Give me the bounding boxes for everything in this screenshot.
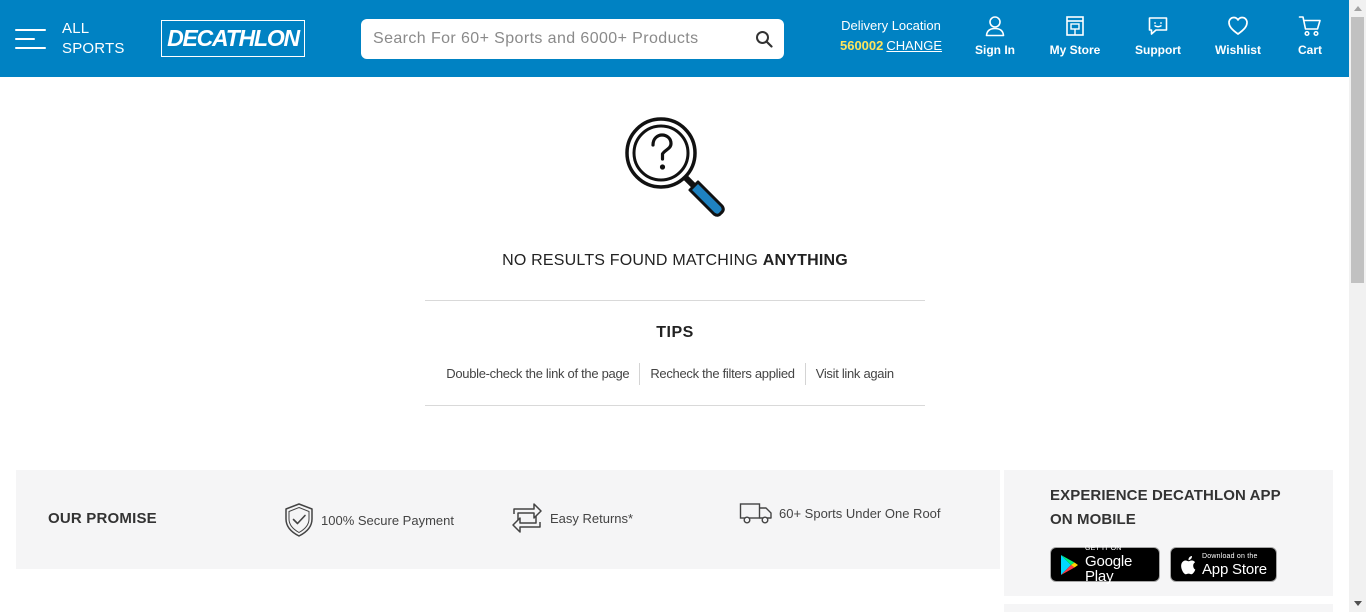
tips-list: Double-check the link of the page Rechec… [425, 363, 925, 385]
scroll-down-arrow-icon[interactable] [1349, 595, 1366, 612]
scrollbar-thumb[interactable] [1351, 17, 1364, 283]
no-results-message: NO RESULTS FOUND MATCHING ANYTHING [400, 252, 950, 270]
nav-cart[interactable]: Cart [1295, 14, 1325, 62]
tip-item: Double-check the link of the page [446, 366, 630, 381]
app-store-small-text: Download on the [1202, 552, 1258, 560]
nav-my-store-label: My Store [1049, 43, 1101, 57]
google-play-big-text: Google Play [1085, 553, 1133, 585]
hamburger-icon [15, 27, 46, 51]
tip-item: Visit link again [804, 363, 904, 385]
nav-cart-label: Cart [1297, 43, 1322, 57]
heart-icon [1226, 14, 1250, 38]
support-chat-icon [1146, 14, 1170, 38]
search-icon[interactable] [744, 19, 784, 59]
tips-top-divider [425, 300, 925, 301]
page-scrollbar[interactable] [1349, 0, 1366, 612]
all-sports-label-line2: SPORTS [62, 40, 125, 57]
no-results-prefix: NO RESULTS FOUND MATCHING [502, 252, 763, 269]
delivery-pincode: 560002 [839, 38, 884, 53]
no-results-term: ANYTHING [762, 252, 848, 269]
app-download-title: EXPERIENCE DECATHLON APP ON MOBILE [1050, 487, 1281, 528]
tip-item: Recheck the filters applied [639, 363, 804, 385]
returns-arrows-icon [510, 500, 544, 536]
store-icon [1063, 14, 1087, 38]
promise-secure-payment-label: 100% Secure Payment [321, 512, 454, 528]
apple-icon [1180, 555, 1196, 575]
promise-easy-returns: Easy Returns* [510, 500, 633, 536]
tips-bottom-divider [425, 405, 925, 406]
app-download-panel: EXPERIENCE DECATHLON APP ON MOBILE GET I… [1004, 470, 1333, 596]
app-store-button[interactable]: Download on the App Store [1170, 547, 1277, 582]
delivery-location: Delivery Location 560002 CHANGE [836, 16, 946, 56]
user-icon [983, 14, 1007, 38]
logo-text: DECATHLON [167, 25, 300, 51]
all-sports-label-line1: ALL [62, 20, 90, 37]
delivery-truck-icon [739, 500, 773, 526]
question-magnifier-icon [620, 112, 730, 222]
delivery-location-title: Delivery Location [841, 18, 941, 33]
all-sports-menu-button[interactable]: ALL SPORTS [15, 18, 125, 60]
search-bar [361, 19, 784, 59]
promise-sports-under-one-roof-label: 60+ Sports Under One Roof [779, 505, 941, 521]
scroll-up-arrow-icon[interactable] [1349, 0, 1366, 17]
google-play-button[interactable]: GET IT ON Google Play [1050, 545, 1160, 585]
next-panel-edge [1004, 604, 1333, 612]
app-store-big-text: App Store [1202, 560, 1267, 578]
google-play-icon [1059, 554, 1079, 576]
our-promise-title: OUR PROMISE [48, 510, 157, 527]
nav-wishlist-label: Wishlist [1215, 43, 1261, 57]
search-input[interactable] [361, 19, 744, 59]
promise-sports-under-one-roof: 60+ Sports Under One Roof [739, 500, 941, 526]
promise-easy-returns-label: Easy Returns* [550, 510, 634, 526]
nav-sign-in[interactable]: Sign In [975, 14, 1015, 62]
decathlon-logo[interactable]: DECATHLON [161, 20, 305, 57]
shield-check-icon [283, 502, 315, 538]
nav-sign-in-label: Sign In [975, 43, 1015, 57]
top-header: ALL SPORTS DECATHLON Delivery Location 5… [0, 0, 1349, 77]
google-play-small-text: GET IT ON [1085, 545, 1122, 552]
all-sports-label: ALL SPORTS [62, 19, 125, 59]
nav-wishlist[interactable]: Wishlist [1213, 14, 1263, 62]
nav-my-store[interactable]: My Store [1050, 14, 1100, 62]
change-location-link[interactable]: CHANGE [886, 38, 942, 53]
promise-secure-payment: 100% Secure Payment [283, 502, 454, 538]
nav-support-label: Support [1135, 43, 1181, 57]
page: ALL SPORTS DECATHLON Delivery Location 5… [0, 0, 1366, 612]
tips-title: TIPS [656, 324, 694, 341]
cart-icon [1298, 14, 1322, 38]
nav-support[interactable]: Support [1133, 14, 1183, 62]
our-promise-panel: OUR PROMISE 100% Secure Payment Easy Ret… [16, 470, 1000, 569]
